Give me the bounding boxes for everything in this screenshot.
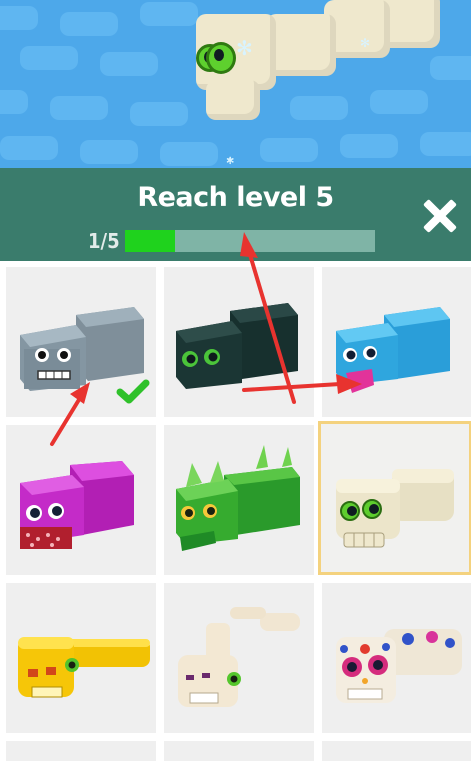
skin-magenta-snake[interactable] [6, 425, 156, 575]
skin-blue-tongue-snake[interactable] [322, 267, 471, 417]
progress-fill [125, 230, 175, 252]
skin-row4-a[interactable] [6, 741, 156, 761]
progress-label: 1/5 [88, 229, 120, 253]
sugar-skull-snake-icon [336, 629, 462, 703]
skin-grid [0, 261, 471, 761]
green-dragon-snake-icon [176, 445, 300, 551]
skin-green-dragon-snake[interactable] [164, 425, 314, 575]
close-icon[interactable] [420, 196, 460, 236]
yellow-snake-icon [18, 637, 150, 698]
skin-row4-b[interactable] [164, 741, 314, 761]
skin-row4-c[interactable] [322, 741, 471, 761]
dark-green-snake-icon [176, 303, 298, 389]
skin-skeleton-snake[interactable] [164, 583, 314, 733]
goal-title: Reach level 5 [137, 182, 334, 213]
skin-bone-snake[interactable] [318, 421, 471, 575]
progress-bar [125, 230, 375, 252]
owned-check-icon [116, 379, 150, 404]
game-preview: ✻ ✻ ✻ [0, 0, 471, 168]
goal-banner: Reach level 5 1/5 [0, 168, 471, 261]
bone-snake-icon [336, 469, 454, 548]
skin-dark-green-snake[interactable] [164, 267, 314, 417]
magenta-snake-icon [20, 461, 134, 549]
skeleton-snake-icon [178, 607, 300, 707]
blue-tongue-snake-icon [336, 307, 450, 393]
skin-yellow-snake[interactable] [6, 583, 156, 733]
skin-grey-robot-snake[interactable] [6, 267, 156, 417]
skin-sugar-skull-snake[interactable] [322, 583, 471, 733]
